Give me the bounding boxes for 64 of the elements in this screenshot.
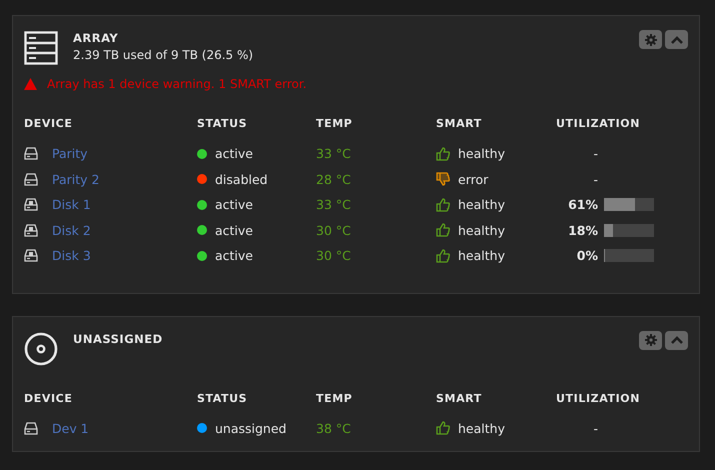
utilization-bar <box>604 249 654 262</box>
column-header: STATUS <box>197 392 248 406</box>
status-text: active <box>215 197 253 212</box>
chevron-up-icon <box>670 36 682 44</box>
column-header: STATUS <box>197 117 248 132</box>
warning-icon <box>24 78 37 90</box>
drive-icon <box>24 249 38 262</box>
temperature-text: 33 °C <box>316 197 351 212</box>
drive-icon <box>24 422 38 435</box>
utilization-bar <box>604 224 654 237</box>
smart-text: healthy <box>458 197 505 212</box>
status-text: active <box>215 146 253 162</box>
column-header: UTILIZATION <box>556 392 642 406</box>
temperature-text: 28 °C <box>316 172 351 187</box>
utilization-bar <box>604 198 654 212</box>
status-text: unassigned <box>215 420 286 436</box>
column-header: TEMP <box>316 117 354 132</box>
device-link[interactable]: Parity <box>52 146 88 162</box>
settings-button[interactable] <box>639 330 662 350</box>
smart-text: error <box>458 172 488 187</box>
utilization-text: 61% <box>567 197 598 212</box>
utilization-text: 0% <box>576 248 598 264</box>
column-header: DEVICE <box>24 117 74 132</box>
collapse-button[interactable] <box>665 330 688 350</box>
column-header: UTILIZATION <box>556 117 642 132</box>
settings-icon <box>644 334 656 346</box>
warning-text: Array has 1 device warning. 1 SMART error. <box>47 77 307 91</box>
temperature-text: 33 °C <box>316 146 351 162</box>
panel-title: UNASSIGNED <box>73 332 164 346</box>
panel-title: ARRAY <box>73 31 120 45</box>
utilization-text: 18% <box>567 222 598 238</box>
column-header: SMART <box>436 117 483 132</box>
drive-icon <box>24 172 38 186</box>
settings-button[interactable] <box>639 30 662 49</box>
device-link[interactable]: Disk 2 <box>52 222 91 238</box>
smart-text: healthy <box>458 248 505 264</box>
device-link[interactable]: Parity 2 <box>52 172 100 187</box>
smart-text: healthy <box>458 146 505 162</box>
usage-text: 2.39 TB used of 9 TB (26.5 %) <box>73 48 254 62</box>
utilization-text: - <box>592 420 598 436</box>
server-icon <box>24 31 58 65</box>
temperature-text: 38 °C <box>316 420 351 436</box>
collapse-button[interactable] <box>665 30 688 49</box>
column-header: SMART <box>436 392 483 406</box>
status-text: active <box>215 222 253 238</box>
utilization-text: - <box>592 172 598 187</box>
drive-icon <box>24 224 38 237</box>
device-link[interactable]: Disk 1 <box>52 197 91 212</box>
drive-icon <box>24 198 38 212</box>
temperature-text: 30 °C <box>316 222 351 238</box>
status-text: active <box>215 248 253 264</box>
chevron-up-icon <box>670 336 682 344</box>
drive-icon <box>24 147 38 160</box>
device-link[interactable]: Dev 1 <box>52 420 89 436</box>
column-header: TEMP <box>316 392 354 406</box>
smart-text: healthy <box>458 222 505 238</box>
temperature-text: 30 °C <box>316 248 351 264</box>
column-header: DEVICE <box>24 392 74 406</box>
utilization-text: - <box>592 146 598 162</box>
settings-icon <box>644 34 656 46</box>
disc-icon <box>24 332 58 366</box>
device-link[interactable]: Disk 3 <box>52 248 91 264</box>
smart-text: healthy <box>458 420 505 436</box>
status-text: disabled <box>215 172 268 187</box>
